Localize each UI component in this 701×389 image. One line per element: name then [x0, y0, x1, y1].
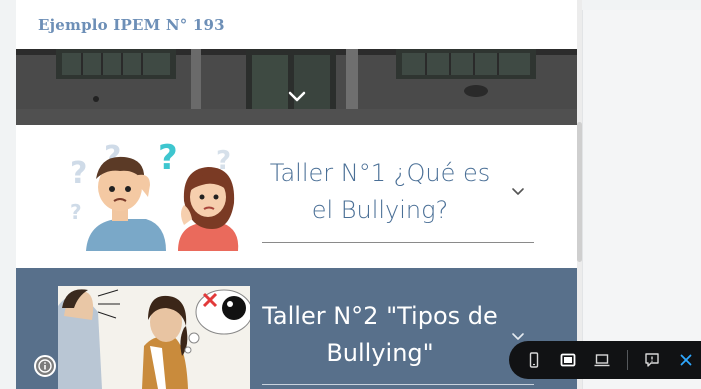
- bullying-types-illustration: [58, 286, 250, 389]
- editor-gutter: [0, 0, 16, 389]
- chevron-down-icon[interactable]: [510, 185, 526, 197]
- workshop-2-title[interactable]: Taller N°2 "Tipos de Bullying": [262, 298, 498, 372]
- workshop-card-1[interactable]: ? ? ? ? ? Taller N°1 ¿Qué es el Bullying…: [16, 125, 577, 268]
- svg-text:?: ?: [70, 200, 82, 224]
- workshop-card-2[interactable]: Taller N°2 "Tipos de Bullying": [16, 268, 577, 389]
- svg-text:?: ?: [158, 139, 178, 178]
- laptop-icon[interactable]: [593, 351, 611, 369]
- page: Ejemplo IPEM N° 193 ? ? ? ? ? Taller N°1…: [0, 0, 701, 389]
- site-preview: Ejemplo IPEM N° 193 ? ? ? ? ? Taller N°1…: [16, 0, 577, 389]
- site-title: Ejemplo IPEM N° 193: [38, 16, 225, 34]
- confused-people-illustration: ? ? ? ? ?: [70, 139, 239, 251]
- site-header: Ejemplo IPEM N° 193: [16, 0, 577, 49]
- header-banner-image: [16, 49, 577, 125]
- toolbar-separator: [627, 350, 628, 370]
- info-button[interactable]: [34, 355, 56, 377]
- chevron-down-icon[interactable]: [510, 330, 526, 342]
- chevron-down-icon[interactable]: [286, 87, 308, 105]
- workshop-1-title[interactable]: Taller N°1 ¿Qué es el Bullying?: [262, 155, 498, 229]
- tablet-icon[interactable]: [559, 351, 577, 369]
- device-preview-toolbar: [509, 341, 701, 379]
- divider: [262, 242, 534, 243]
- mobile-icon[interactable]: [525, 351, 543, 369]
- close-icon[interactable]: [677, 351, 695, 369]
- divider: [262, 384, 534, 385]
- feedback-icon[interactable]: [643, 351, 661, 369]
- svg-text:?: ?: [70, 156, 87, 191]
- editor-side-panel: [582, 10, 701, 389]
- info-icon: [38, 359, 52, 373]
